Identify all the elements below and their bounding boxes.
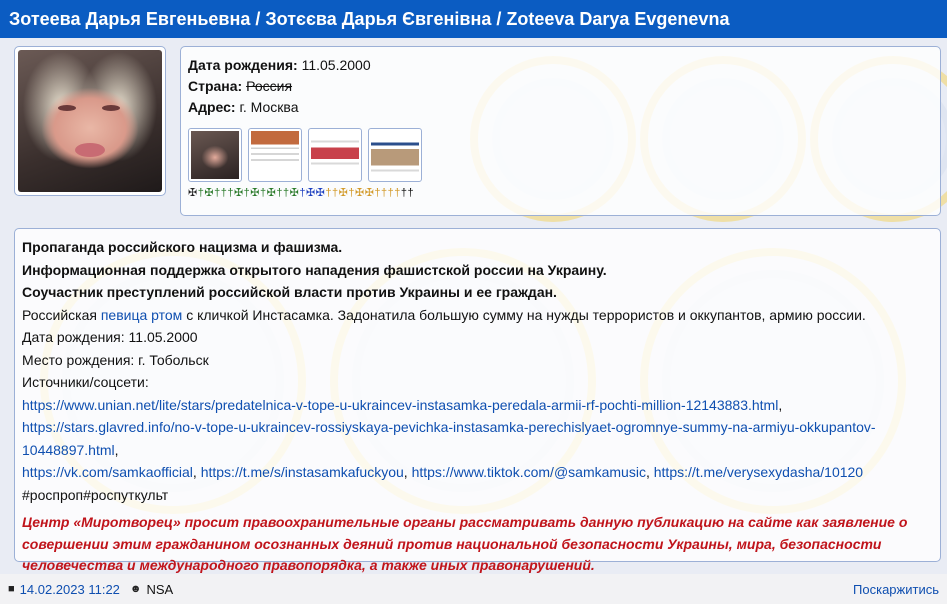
- content-area: Дата рождения: 11.05.2000 Страна: Россия…: [0, 38, 947, 574]
- cross-badge-icon: ✠: [204, 187, 214, 199]
- accusation-line-2: Информационная поддержка открытого напад…: [22, 261, 607, 278]
- thumbnail-article-2[interactable]: [308, 128, 362, 182]
- cross-badge-icon: †: [381, 187, 388, 199]
- cross-badge-icon: ✠: [188, 187, 198, 199]
- address-label: Адрес:: [188, 99, 236, 115]
- user-icon: ☻: [129, 583, 142, 595]
- cross-badge-icon: ✠: [233, 187, 244, 199]
- profile-photo[interactable]: [14, 46, 166, 196]
- source-link-1[interactable]: https://www.unian.net/lite/stars/predate…: [22, 397, 778, 413]
- country-label: Страна:: [188, 78, 243, 94]
- cross-badge-icon: †: [407, 187, 414, 199]
- source-link-glavred: https://stars.glavred.info/no-v-tope-u-u…: [22, 416, 932, 439]
- birth-date-label: Дата рождения:: [188, 57, 298, 73]
- cross-badge-icon: †: [282, 187, 290, 199]
- cross-badge-icon: ✠: [338, 187, 348, 199]
- cross-badge-icon: †: [227, 187, 234, 199]
- cross-badge-icon: ✠: [289, 187, 299, 199]
- cross-badge-icon: †: [387, 187, 394, 199]
- cross-badge-icon: ✠: [354, 187, 365, 199]
- cross-badge-icon: †: [220, 187, 227, 199]
- cross-badge-icon: †: [400, 187, 408, 199]
- country-row: Страна: Россия: [188, 76, 932, 97]
- cross-badge-icon: ✠: [364, 187, 374, 199]
- bio-link[interactable]: певица ртом: [101, 307, 182, 323]
- cross-badge-icon: †: [348, 187, 355, 199]
- cross-badge-icon: †: [260, 187, 267, 199]
- cross-badge-icon: †: [243, 187, 250, 199]
- birthplace-text: Место рождения: г. Тобольск: [22, 351, 209, 368]
- post-footer: ■ 14.02.2023 11:22 ☻ NSA Поскаржитись: [0, 574, 947, 604]
- telegram-link-1[interactable]: https://t.me/s/instasamkafuckyou: [201, 464, 404, 480]
- complain-link[interactable]: Поскаржитись: [853, 582, 939, 597]
- source-link-2a[interactable]: https://stars.glavred.info/no-v-tope-u-u…: [22, 419, 876, 435]
- post-author: NSA: [146, 581, 174, 597]
- birth-date-value: 11.05.2000: [301, 57, 371, 73]
- hashtags: #роспроп#роспуткульт: [22, 486, 169, 503]
- cross-badge-icon: †: [394, 187, 401, 199]
- sources-label: Источники/соцсети:: [22, 374, 149, 390]
- telegram-link-2[interactable]: https://t.me/verysexydasha/10120: [654, 464, 863, 480]
- thumbnail-article-1[interactable]: [248, 128, 302, 182]
- cross-badge-icon: †: [374, 187, 381, 199]
- address-row: Адрес: г. Москва: [188, 97, 932, 118]
- birth-date-row: Дата рождения: 11.05.2000: [188, 55, 932, 76]
- cross-badge-icon: ✠: [266, 187, 276, 199]
- tiktok-link[interactable]: https://www.tiktok.com/@samkamusic: [412, 464, 646, 480]
- cross-badge-icon: †: [197, 187, 204, 199]
- cross-badge-icon: †: [299, 187, 306, 199]
- page-header: Зотеева Дарья Евгеньевна / Зотєєва Дарья…: [0, 0, 947, 38]
- cross-badge-icon: ✠: [315, 187, 325, 199]
- address-value: г. Москва: [239, 99, 299, 115]
- cross-badges: ✠†✠†††✠†✠†✠††✠†✠✠††✠†✠✠††††††: [188, 186, 932, 200]
- accusation-line-1: Пропаганда российского нацизма и фашизма…: [22, 239, 343, 255]
- source-link-unian: https://www.unian.net/lite/stars/predate…: [22, 396, 783, 413]
- post-date[interactable]: 14.02.2023 11:22: [20, 582, 120, 597]
- source-link-2b[interactable]: 10448897.html: [22, 442, 115, 458]
- country-value: Россия: [246, 78, 293, 94]
- thumbnail-gallery: [188, 128, 932, 184]
- birth-date-text: Дата рождения: 11.05.2000: [22, 329, 198, 345]
- source-link-glavred-cont: 10448897.html,: [22, 441, 119, 458]
- cross-badge-icon: †: [325, 187, 332, 199]
- profile-photo-image: [18, 50, 162, 192]
- page-title: Зотеева Дарья Евгеньевна / Зотєєва Дарья…: [9, 8, 730, 29]
- thumbnail-article-3[interactable]: [368, 128, 422, 182]
- bio-text: Российская певица ртом с кличкой Инстаса…: [22, 304, 932, 327]
- accusation-line-3: Соучастник преступлений российской власт…: [22, 284, 557, 300]
- thumbnail-photo[interactable]: [188, 128, 242, 182]
- cross-badge-icon: ✠: [305, 187, 316, 199]
- cross-badge-icon: †: [214, 187, 221, 199]
- cross-badge-icon: †: [332, 187, 339, 199]
- cross-badge-icon: †: [276, 187, 283, 199]
- description-box: Пропаганда российского нацизма и фашизма…: [14, 228, 941, 573]
- bio-suffix: с кличкой Инстасамка. Задонатила большую…: [182, 306, 866, 323]
- profile-info: Дата рождения: 11.05.2000 Страна: Россия…: [180, 46, 941, 216]
- bio-prefix: Российская: [22, 306, 101, 323]
- vk-link[interactable]: https://vk.com/samkaofficial: [22, 464, 193, 480]
- social-links: https://vk.com/samkaofficial, https://t.…: [22, 464, 864, 480]
- appeal-text: Центр «Миротворец» просит правоохранител…: [22, 514, 908, 573]
- calendar-icon: ■: [8, 583, 15, 595]
- cross-badge-icon: ✠: [250, 187, 260, 199]
